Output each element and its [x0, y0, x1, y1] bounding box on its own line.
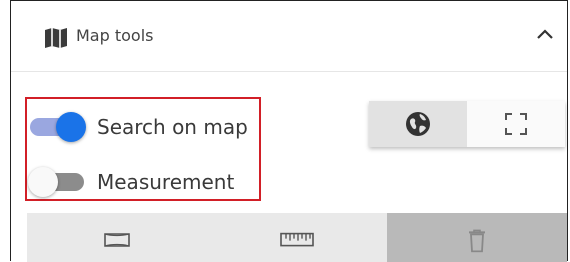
toggle-label: Search on map	[97, 115, 248, 139]
panel-header[interactable]: Map tools	[11, 1, 567, 72]
ruler-icon	[280, 232, 314, 246]
toggle-label: Measurement	[97, 170, 235, 194]
measurement-toggle[interactable]: Measurement	[28, 167, 248, 197]
search-on-map-toggle[interactable]: Search on map	[28, 112, 248, 142]
delete-button[interactable]	[387, 213, 567, 262]
map-extent-button[interactable]	[27, 213, 207, 262]
tools-bar	[27, 213, 567, 262]
chevron-up-icon[interactable]	[535, 27, 555, 41]
fullscreen-button[interactable]	[467, 101, 565, 147]
toggle-thumb	[56, 112, 86, 142]
map-tools-panel: Map tools Search on map Measurement	[10, 0, 568, 262]
measure-button[interactable]	[207, 213, 387, 262]
globe-icon	[406, 112, 430, 136]
map-outline-icon	[104, 232, 130, 247]
panel-title: Map tools	[76, 26, 154, 45]
view-mode-group	[369, 101, 565, 147]
trash-icon	[469, 229, 485, 252]
toggle-thumb	[28, 167, 58, 197]
fullscreen-icon	[505, 113, 527, 135]
map-icon	[45, 28, 67, 48]
globe-view-button[interactable]	[369, 101, 467, 147]
